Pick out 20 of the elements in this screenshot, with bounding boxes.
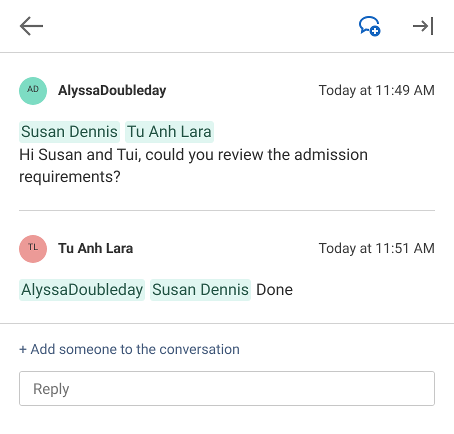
message-text: Hi Susan and Tui, could you review the admission requirements? (19, 144, 370, 188)
back-arrow-icon (18, 15, 44, 37)
avatar: TL (19, 235, 47, 263)
reply-field[interactable]: Reply (19, 371, 435, 406)
arrow-to-bar-icon (412, 16, 434, 36)
mention-tag[interactable]: Susan Dennis (19, 121, 120, 143)
author-name: Tu Anh Lara (58, 240, 134, 258)
message-time: Today at 11:49 AM (318, 82, 435, 100)
mention-tag[interactable]: Susan Dennis (150, 279, 251, 301)
collapse-panel-button[interactable] (412, 16, 434, 36)
back-button[interactable] (18, 15, 44, 37)
message-time: Today at 11:51 AM (318, 240, 435, 258)
mention-tag[interactable]: AlyssaDoubleday (19, 279, 146, 301)
add-person-link[interactable]: + Add someone to the conversation (19, 340, 240, 361)
speech-bubble-plus-icon (358, 15, 382, 37)
mention-tag[interactable]: Tu Anh Lara (124, 121, 214, 143)
avatar: AD (19, 77, 47, 105)
new-comment-button[interactable] (358, 15, 382, 37)
message-text: Done (256, 279, 293, 301)
author-name: AlyssaDoubleday (58, 82, 166, 100)
